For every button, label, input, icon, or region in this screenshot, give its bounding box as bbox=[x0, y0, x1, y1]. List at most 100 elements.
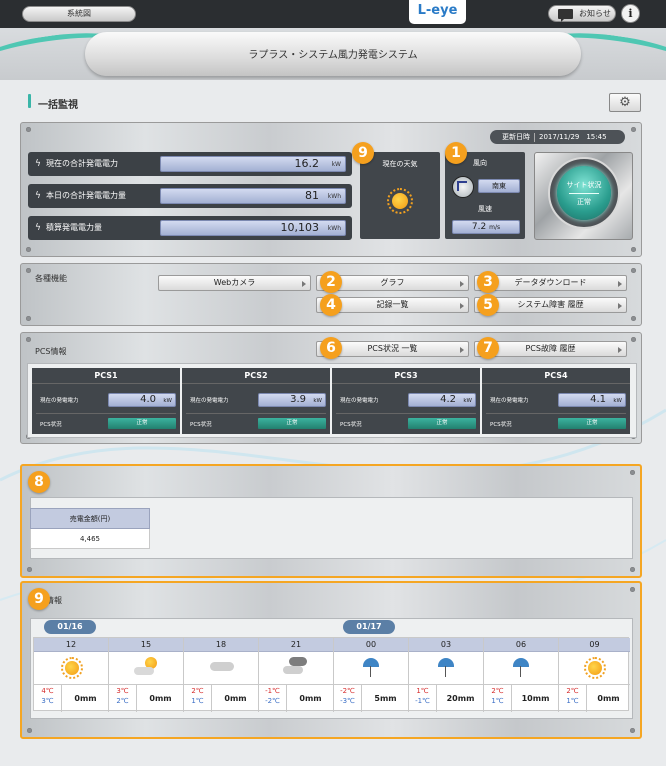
pcs-status-label: PCS状況 bbox=[490, 422, 512, 428]
forecast-temp: 2℃ 1℃ bbox=[184, 684, 212, 712]
umbrella-icon bbox=[409, 653, 484, 684]
stat-label: 本日の合計発電電力量 bbox=[46, 191, 126, 200]
notice-button[interactable]: お知らせ bbox=[548, 5, 616, 22]
pcs-power-value: 4.1 kW bbox=[558, 393, 626, 407]
pcs-status-label: PCS状況 bbox=[340, 422, 362, 428]
info-button[interactable]: i bbox=[621, 4, 640, 23]
stat-value: 10,103 kWh bbox=[160, 220, 346, 236]
sun-cloud-icon bbox=[109, 653, 184, 684]
site-status-button[interactable]: サイト状況 正常 bbox=[557, 166, 611, 220]
pcs-label: PCS情報 bbox=[35, 347, 67, 356]
sales-header: 売電金額(円) bbox=[30, 508, 150, 529]
badge-4-records: 4 bbox=[320, 294, 342, 316]
pcs-name: PCS2 bbox=[182, 368, 330, 384]
forecast-slot: 03 1℃ -1℃ 20mm bbox=[409, 638, 484, 712]
pcs-status-value: 正常 bbox=[258, 418, 326, 429]
pcs-power-label: 現在の発電電力 bbox=[490, 398, 529, 404]
stat-label: 積算発電電力量 bbox=[46, 223, 102, 232]
forecast-time: 15 bbox=[109, 638, 183, 652]
forecast-rain: 0mm bbox=[287, 684, 334, 712]
app-header: ラプラス・システム風力発電システム bbox=[0, 28, 666, 80]
badge-9-weather: 9 bbox=[352, 142, 374, 164]
forecast-grid: 12 4℃ 3℃ 0mm 15 3℃ 2℃ 0mm 18 2℃ 1℃ 0mm 21 -… bbox=[33, 637, 630, 712]
pcs-status-value: 正常 bbox=[108, 418, 176, 429]
cumulative-energy-row: ϟ 積算発電電力量 10,103 kWh bbox=[28, 216, 352, 240]
stat-value: 81 kWh bbox=[160, 188, 346, 204]
pcs-power-value: 4.0 kW bbox=[108, 393, 176, 407]
app-title: ラプラス・システム風力発電システム bbox=[248, 50, 418, 61]
badge-8-sales: 8 bbox=[28, 471, 50, 493]
forecast-temp: -2℃ -3℃ bbox=[334, 684, 362, 712]
badge-5-faults: 5 bbox=[477, 294, 499, 316]
stat-label: 現在の合計発電電力 bbox=[46, 159, 118, 168]
forecast-time: 06 bbox=[484, 638, 558, 652]
forecast-temp: 1℃ -1℃ bbox=[409, 684, 437, 712]
forecast-slot: 18 2℃ 1℃ 0mm bbox=[184, 638, 259, 712]
settings-button[interactable]: ⚙ bbox=[609, 93, 641, 112]
dark-cloud-icon bbox=[259, 653, 334, 684]
forecast-temp: 2℃ 1℃ bbox=[559, 684, 587, 712]
cloud-icon bbox=[184, 653, 259, 684]
pcs-name: PCS4 bbox=[482, 368, 630, 384]
chat-icon bbox=[558, 9, 573, 22]
webcam-button[interactable]: Webカメラ bbox=[158, 275, 311, 291]
pcs-name: PCS3 bbox=[332, 368, 480, 384]
forecast-slot: 21 -1℃ -2℃ 0mm bbox=[259, 638, 334, 712]
bolt-icon: ϟ bbox=[35, 159, 41, 169]
bolt-icon: ϟ bbox=[35, 191, 41, 201]
badge-9-forecast: 9 bbox=[28, 588, 50, 610]
pcs-card: PCS2 現在の発電電力 3.9 kW PCS状況 正常 bbox=[182, 368, 330, 434]
update-time: 更新日時 2017/11/29 15:45 bbox=[490, 130, 625, 144]
today-total-energy-row: ϟ 本日の合計発電電力量 81 kWh bbox=[28, 184, 352, 208]
functions-label: 各種機能 bbox=[35, 274, 67, 283]
forecast-date: 01/16 bbox=[44, 620, 96, 634]
pcs-status-label: PCS状況 bbox=[190, 422, 212, 428]
forecast-slot: 12 4℃ 3℃ 0mm bbox=[34, 638, 109, 712]
sunny-icon bbox=[34, 653, 109, 684]
badge-2-graph: 2 bbox=[320, 271, 342, 293]
update-time-label: 更新日時 bbox=[502, 133, 530, 141]
pcs-card: PCS1 現在の発電電力 4.0 kW PCS状況 正常 bbox=[32, 368, 180, 434]
forecast-rain: 5mm bbox=[362, 684, 409, 712]
forecast-time: 09 bbox=[559, 638, 630, 652]
sales-table: 売電金額(円) 4,465 bbox=[30, 508, 150, 549]
compass-icon bbox=[452, 176, 474, 198]
wind-direction-value: 南東 bbox=[478, 179, 520, 193]
pcs-power-label: 現在の発電電力 bbox=[340, 398, 379, 404]
badge-3-download: 3 bbox=[477, 271, 499, 293]
forecast-temp: 2℃ 1℃ bbox=[484, 684, 512, 712]
system-diagram-button[interactable]: 系統図 bbox=[22, 6, 136, 22]
forecast-rain: 20mm bbox=[437, 684, 484, 712]
forecast-slot: 15 3℃ 2℃ 0mm bbox=[109, 638, 184, 712]
badge-6-pcs-status: 6 bbox=[320, 337, 342, 359]
pcs-status-value: 正常 bbox=[408, 418, 476, 429]
forecast-slot: 06 2℃ 1℃ 10mm bbox=[484, 638, 559, 712]
page-title: 一括監視 bbox=[28, 94, 78, 111]
forecast-time: 00 bbox=[334, 638, 408, 652]
forecast-time: 03 bbox=[409, 638, 483, 652]
notice-label: お知らせ bbox=[579, 9, 611, 18]
forecast-date: 01/17 bbox=[343, 620, 395, 634]
bolt-icon: ϟ bbox=[35, 223, 41, 233]
update-time-value: 2017/11/29 15:45 bbox=[539, 133, 607, 141]
pcs-name: PCS1 bbox=[32, 368, 180, 384]
sunny-icon bbox=[559, 653, 630, 684]
forecast-time: 21 bbox=[259, 638, 333, 652]
current-weather-box: 現在の天気 bbox=[360, 152, 440, 239]
pcs-power-label: 現在の発電電力 bbox=[190, 398, 229, 404]
wind-direction-label: 風向 bbox=[473, 159, 487, 167]
forecast-time: 12 bbox=[34, 638, 108, 652]
wind-speed-label: 風速 bbox=[478, 205, 492, 213]
pcs-status-value: 正常 bbox=[558, 418, 626, 429]
wind-box: 風向 南東 風速 7.2 m/s bbox=[445, 152, 525, 239]
forecast-temp: -1℃ -2℃ bbox=[259, 684, 287, 712]
site-status-label: サイト状況 bbox=[566, 181, 602, 189]
l-eye-logo: L-eye bbox=[409, 0, 466, 24]
pcs-power-value: 4.2 kW bbox=[408, 393, 476, 407]
gear-icon: ⚙ bbox=[619, 95, 631, 110]
pcs-status-label: PCS状況 bbox=[40, 422, 62, 428]
forecast-rain: 0mm bbox=[212, 684, 259, 712]
site-status-frame: サイト状況 正常 bbox=[534, 152, 633, 240]
stat-value: 16.2 kW bbox=[160, 156, 346, 172]
site-status-ring: サイト状況 正常 bbox=[548, 157, 620, 229]
